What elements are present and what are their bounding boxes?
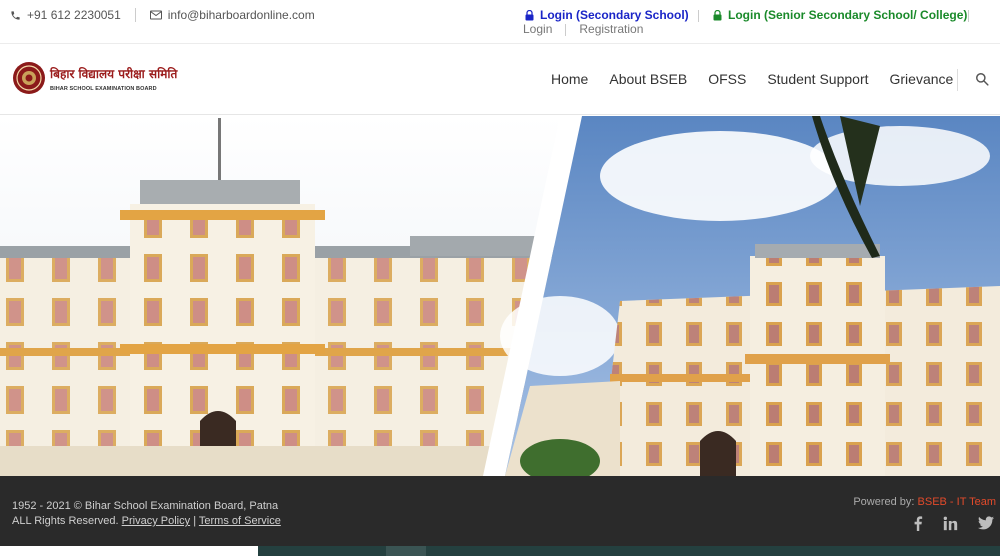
phone-number: +91 612 2230051 bbox=[27, 8, 121, 22]
linkedin-icon bbox=[943, 516, 958, 531]
site-footer: 1952 - 2021 © Bihar School Examination B… bbox=[0, 476, 1000, 546]
search-icon bbox=[976, 73, 989, 86]
login-divider bbox=[968, 10, 969, 22]
bottom-strip-block bbox=[386, 546, 426, 556]
nav-item-grievance[interactable]: Grievance bbox=[890, 71, 954, 87]
email-item[interactable]: info@biharboardonline.com bbox=[149, 8, 315, 22]
bottom-strip-dark bbox=[258, 546, 1000, 556]
contact-info: +91 612 2230051 info@biharboardonline.co… bbox=[10, 8, 315, 22]
login-senior-link[interactable]: Login (Senior Secondary School/ College) bbox=[713, 8, 967, 22]
linkedin-link[interactable] bbox=[943, 516, 958, 536]
phone-item[interactable]: +91 612 2230051 bbox=[10, 8, 121, 22]
nav-item-home[interactable]: Home bbox=[551, 71, 588, 87]
login-secondary-link[interactable]: Login (Secondary School) bbox=[525, 8, 689, 22]
powered-by-label: Powered by: bbox=[853, 496, 915, 508]
menu-divider bbox=[957, 69, 958, 91]
login-senior-label: Login (Senior Secondary School/ College) bbox=[728, 8, 968, 22]
top-bar: +91 612 2230051 info@biharboardonline.co… bbox=[0, 0, 1000, 44]
powered-by: Powered by: BSEB - IT Team bbox=[853, 496, 996, 508]
sub-registration-link[interactable]: Registration bbox=[579, 22, 643, 36]
hero-banner-image bbox=[0, 116, 1000, 476]
login-divider bbox=[698, 10, 699, 22]
copyright-block: 1952 - 2021 © Bihar School Examination B… bbox=[12, 499, 281, 529]
nav-item-about[interactable]: About BSEB bbox=[609, 71, 687, 87]
building-photo bbox=[0, 116, 1000, 476]
footer-divider: | bbox=[193, 515, 197, 527]
rights-text: ALL Rights Reserved. bbox=[12, 515, 119, 527]
search-button[interactable] bbox=[975, 72, 989, 91]
twitter-icon bbox=[978, 516, 994, 530]
facebook-icon bbox=[914, 516, 923, 531]
primary-menu: Home About BSEB OFSS Student Support Gri… bbox=[551, 71, 974, 87]
rights-line: ALL Rights Reserved. Privacy Policy | Te… bbox=[12, 514, 281, 529]
logo-hindi-name: बिहार विद्यालय परीक्षा समिति bbox=[50, 66, 178, 81]
logo-text: बिहार विद्यालय परीक्षा समिति BIHAR SCHOO… bbox=[50, 65, 177, 92]
login-secondary-label: Login (Secondary School) bbox=[540, 8, 689, 22]
privacy-policy-link[interactable]: Privacy Policy bbox=[122, 515, 190, 527]
sublink-divider bbox=[565, 24, 567, 36]
contact-divider bbox=[134, 8, 136, 22]
lock-icon bbox=[713, 9, 722, 20]
bottom-strip bbox=[0, 546, 1000, 556]
nav-item-student-support[interactable]: Student Support bbox=[767, 71, 868, 87]
phone-icon bbox=[11, 10, 20, 20]
lock-icon bbox=[525, 9, 534, 20]
social-links bbox=[893, 516, 994, 536]
main-navbar: बिहार विद्यालय परीक्षा समिति BIHAR SCHOO… bbox=[0, 45, 1000, 115]
facebook-link[interactable] bbox=[913, 516, 923, 536]
site-logo[interactable]: बिहार विद्यालय परीक्षा समिति BIHAR SCHOO… bbox=[12, 61, 177, 95]
envelope-icon bbox=[149, 10, 162, 20]
logo-english-name: BIHAR SCHOOL EXAMINATION BOARD bbox=[50, 85, 157, 92]
emblem-icon bbox=[13, 62, 45, 94]
secondary-sublinks: Login Registration bbox=[523, 22, 643, 36]
copyright-text: 1952 - 2021 © Bihar School Examination B… bbox=[12, 500, 279, 512]
it-team-link[interactable]: BSEB - IT Team bbox=[918, 496, 996, 508]
twitter-link[interactable] bbox=[978, 516, 994, 536]
sub-login-link[interactable]: Login bbox=[523, 22, 552, 36]
nav-item-ofss[interactable]: OFSS bbox=[708, 71, 746, 87]
terms-of-service-link[interactable]: Terms of Service bbox=[199, 515, 281, 527]
email-address: info@biharboardonline.com bbox=[167, 8, 315, 22]
